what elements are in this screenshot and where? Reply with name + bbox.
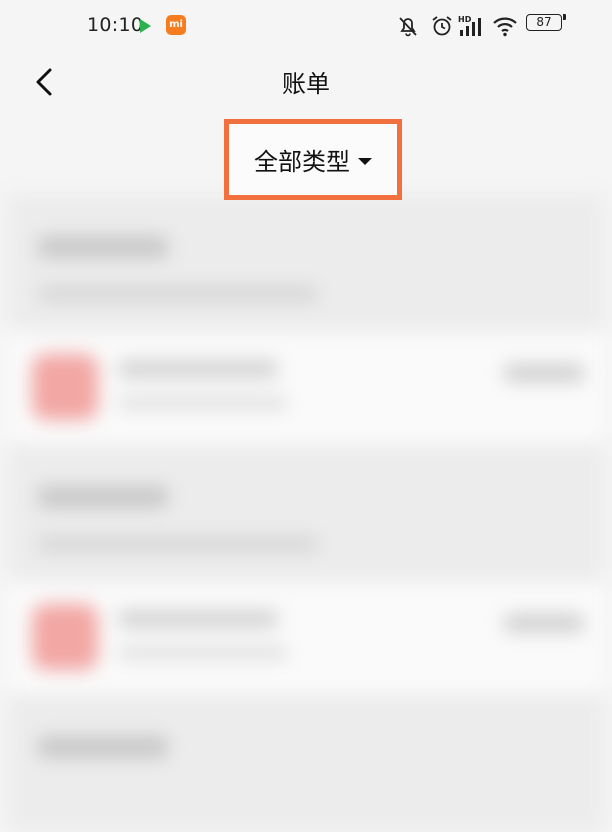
- caret-down-icon: [358, 157, 372, 165]
- merchant-avatar: [32, 604, 98, 670]
- list-item[interactable]: [8, 332, 604, 442]
- month-sub-placeholder: [38, 536, 318, 552]
- month-summary: [8, 694, 604, 832]
- month-title-placeholder: [38, 736, 168, 758]
- bill-list: [0, 180, 612, 832]
- item-sub-placeholder: [118, 396, 288, 410]
- play-store-icon: [140, 19, 151, 33]
- month-title-placeholder: [38, 486, 168, 508]
- merchant-avatar: [32, 354, 98, 420]
- battery-tip: [563, 14, 566, 20]
- month-sub-placeholder: [38, 286, 318, 302]
- alarm-icon: [430, 14, 454, 42]
- list-item[interactable]: [8, 582, 604, 692]
- filter-highlight: 全部类型: [224, 119, 402, 200]
- item-sub-placeholder: [118, 646, 288, 660]
- item-amount-placeholder: [504, 614, 584, 632]
- status-time: 10:10: [87, 14, 144, 36]
- battery-icon: 87: [526, 14, 562, 31]
- item-amount-placeholder: [504, 364, 584, 382]
- month-summary: [8, 194, 604, 332]
- wifi-icon: [492, 14, 518, 42]
- mi-app-icon: mi: [166, 15, 186, 35]
- month-title-placeholder: [38, 236, 168, 258]
- mute-icon: [396, 14, 420, 42]
- signal-hd-icon: HD: [458, 14, 486, 42]
- item-title-placeholder: [118, 360, 278, 378]
- month-summary: [8, 444, 604, 582]
- item-title-placeholder: [118, 610, 278, 628]
- filter-label: 全部类型: [254, 148, 350, 176]
- status-bar: 10:10 mi HD 87: [0, 0, 612, 52]
- svg-text:HD: HD: [458, 15, 472, 24]
- header: 账单: [0, 52, 612, 114]
- page-title: 账单: [282, 70, 330, 98]
- type-filter-dropdown[interactable]: 全部类型: [229, 124, 397, 195]
